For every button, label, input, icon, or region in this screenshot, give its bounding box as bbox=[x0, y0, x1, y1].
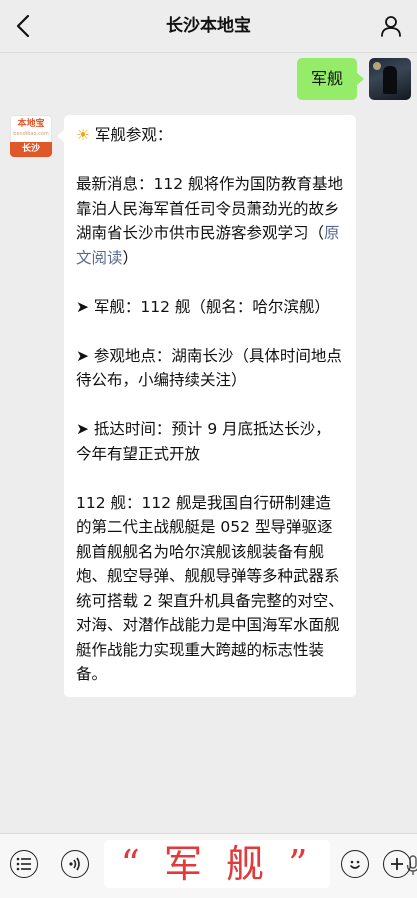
chat-title: 长沙本地宝 bbox=[166, 16, 251, 36]
person-icon bbox=[381, 16, 401, 37]
news-end: ） bbox=[122, 248, 139, 267]
add-button[interactable] bbox=[383, 850, 411, 878]
bot-logo-url: bendibao.com bbox=[13, 131, 49, 137]
chat-area[interactable]: 军舰 本地宝 bendibao.com 长沙 ☀ 军舰参观： 最新消息：112 … bbox=[0, 53, 417, 833]
user-avatar[interactable] bbox=[369, 58, 411, 100]
emoji-icon bbox=[350, 860, 360, 869]
arrival-line: ➤ 抵达时间：预计 9 月底抵达长沙，今年有望正式开放 bbox=[76, 420, 331, 463]
voice-button[interactable] bbox=[61, 850, 89, 878]
user-message-bubble[interactable]: 军舰 bbox=[296, 58, 365, 100]
location-line: ➤ 参观地点：湖南长沙（具体时间地点待公布，小编持续关注） bbox=[76, 346, 342, 390]
menu-list-icon bbox=[16, 857, 31, 871]
user-message-row: 军舰 bbox=[296, 58, 411, 104]
menu-button[interactable] bbox=[10, 850, 38, 878]
bot-message-bubble[interactable]: ☀ 军舰参观： 最新消息：112 舰将作为国防教育基地靠泊人民海军首任司令员萧劲… bbox=[57, 115, 356, 697]
message-heading: ☀ 军舰参观： bbox=[76, 123, 344, 148]
emoji-button[interactable] bbox=[341, 850, 369, 878]
message-input[interactable]: “ 军 舰 ” bbox=[104, 840, 417, 888]
heading-text: 军舰参观： bbox=[94, 126, 173, 144]
bot-avatar[interactable]: 本地宝 bendibao.com 长沙 bbox=[10, 115, 52, 157]
back-button[interactable] bbox=[10, 12, 36, 40]
message-input-value: “ 军 舰 ” bbox=[120, 842, 314, 886]
avatar-figure bbox=[383, 66, 397, 94]
avatar-light bbox=[373, 62, 381, 70]
news-text: 最新消息：112 舰将作为国防教育基地靠泊人民海军首任司令员萧劲光的故乡湖南省长… bbox=[76, 175, 344, 242]
input-toolbar: “ 军 舰 ” bbox=[0, 833, 417, 898]
bot-logo-text: 本地宝 bbox=[17, 119, 45, 129]
news-paragraph: 最新消息：112 舰将作为国防教育基地靠泊人民海军首任司令员萧劲光的故乡湖南省长… bbox=[76, 172, 344, 270]
bot-logo-city: 长沙 bbox=[10, 142, 52, 157]
profile-button[interactable] bbox=[377, 12, 405, 40]
chat-header: 长沙本地宝 bbox=[0, 0, 417, 53]
ship-line: ➤ 军舰：112 舰（舰名：哈尔滨舰） bbox=[76, 297, 330, 316]
back-chevron-icon bbox=[16, 14, 30, 38]
plus-icon bbox=[391, 858, 403, 870]
voice-icon bbox=[69, 857, 80, 871]
ship-description: 112 舰：112 舰是我国自行研制建造的第二代主战舰艇是 052 型导弹驱逐舰… bbox=[76, 493, 344, 684]
sun-icon: ☀ bbox=[76, 126, 90, 144]
